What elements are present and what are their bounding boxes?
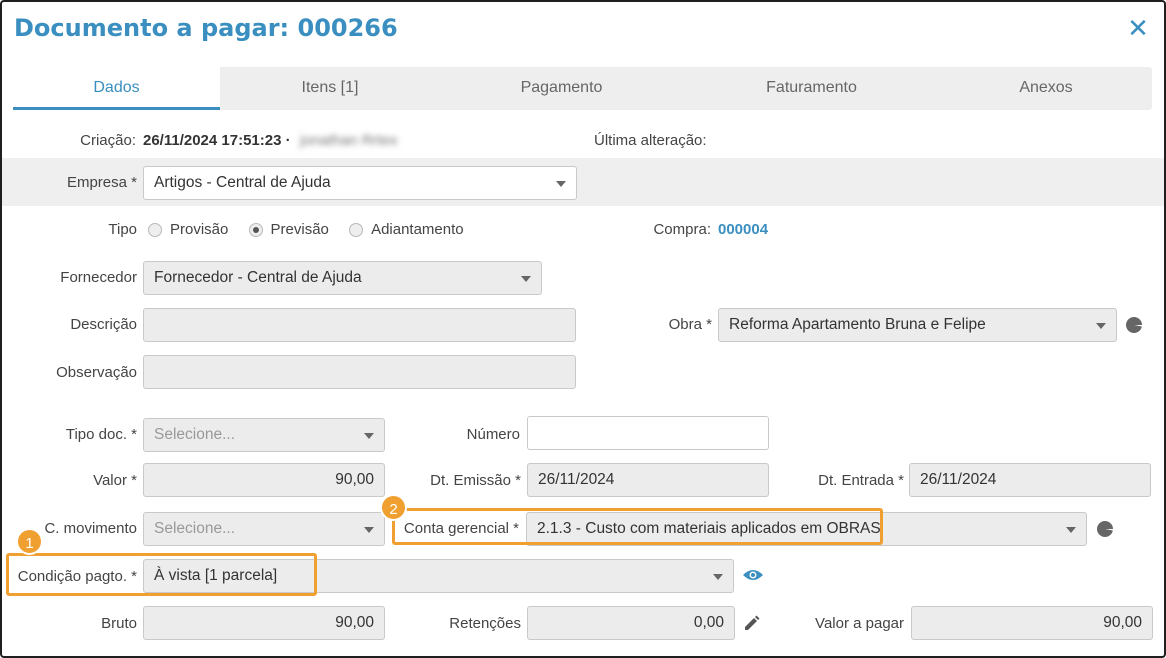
created-value: 26/11/2024 17:51:23 · (143, 132, 291, 149)
tab-dados[interactable]: Dados (13, 67, 220, 110)
dt-entrada-input[interactable]: 26/11/2024 (909, 463, 1151, 497)
radio-previsao[interactable]: Previsão (248, 221, 329, 238)
bruto-label: Bruto (101, 615, 137, 632)
conta-gerencial-label: Conta gerencial * (403, 520, 519, 537)
tipo-label: Tipo (108, 221, 137, 238)
created-label: Criação: (80, 132, 136, 149)
dialog-title: Documento a pagar: 000266 (14, 14, 398, 42)
tipo-doc-select[interactable]: Selecione... (143, 418, 385, 452)
retencoes-label: Retenções (449, 615, 521, 632)
dt-entrada-label: Dt. Entrada * (818, 472, 904, 489)
valor-label: Valor * (93, 472, 137, 489)
step-badge-2: 2 (380, 494, 407, 521)
retencoes-input[interactable]: 0,00 (527, 606, 735, 640)
pie-chart-icon[interactable] (1126, 317, 1142, 333)
c-movimento-placeholder: Selecione... (154, 520, 235, 537)
dt-emissao-label: Dt. Emissão * (430, 472, 521, 489)
pie-chart-icon[interactable] (1097, 521, 1113, 537)
valor-a-pagar-input[interactable]: 90,00 (911, 606, 1153, 640)
radio-provisao[interactable]: Provisão (148, 221, 228, 238)
fornecedor-label: Fornecedor (60, 269, 137, 286)
radio-label: Previsão (270, 221, 329, 238)
numero-label: Número (466, 426, 520, 443)
radio-label: Adiantamento (371, 221, 464, 238)
created-user: jonathan Rrtex (300, 132, 398, 149)
obra-label: Obra * (668, 316, 712, 333)
condicao-pagto-label: Condição pagto. * (17, 568, 137, 585)
radio-label: Provisão (170, 221, 229, 238)
fornecedor-select[interactable]: Fornecedor - Central de Ajuda (143, 261, 542, 295)
dt-emissao-input[interactable]: 26/11/2024 (527, 463, 769, 497)
empresa-select[interactable]: Artigos - Central de Ajuda (143, 166, 577, 200)
chevron-down-icon (1066, 527, 1076, 533)
tipo-doc-placeholder: Selecione... (154, 426, 235, 443)
valor-a-pagar-label: Valor a pagar (815, 615, 904, 632)
obra-select[interactable]: Reforma Apartamento Bruna e Felipe (718, 308, 1117, 342)
tipo-radio-group: Provisão Previsão Adiantamento (148, 221, 480, 241)
numero-input[interactable] (527, 416, 769, 450)
chevron-down-icon (364, 433, 374, 439)
descricao-input[interactable] (143, 308, 576, 342)
radio-circle (349, 222, 364, 237)
chevron-down-icon (713, 574, 723, 580)
compra-label: Compra: (653, 221, 711, 238)
observacao-input[interactable] (143, 355, 576, 389)
tab-bar: Dados Itens [1] Pagamento Faturamento An… (13, 67, 1152, 110)
descricao-label: Descrição (70, 316, 137, 333)
empresa-label: Empresa * (66, 174, 137, 191)
chevron-down-icon (364, 527, 374, 533)
chevron-down-icon (556, 181, 566, 187)
radio-circle-selected (248, 222, 263, 237)
fornecedor-value: Fornecedor - Central de Ajuda (154, 269, 362, 286)
observacao-label: Observação (56, 364, 137, 381)
chevron-down-icon (521, 276, 531, 282)
pencil-icon[interactable] (743, 614, 761, 632)
step-badge-1: 1 (16, 528, 43, 555)
last-change-label: Última alteração: (594, 132, 707, 149)
chevron-down-icon (1096, 323, 1106, 329)
valor-input[interactable]: 90,00 (143, 463, 385, 497)
close-icon[interactable]: ✕ (1124, 14, 1152, 42)
radio-adiantamento[interactable]: Adiantamento (349, 221, 464, 238)
tipo-doc-label: Tipo doc. * (65, 426, 137, 443)
tab-itens[interactable]: Itens [1] (220, 67, 440, 110)
empresa-value: Artigos - Central de Ajuda (154, 174, 331, 191)
tab-anexos[interactable]: Anexos (940, 67, 1152, 110)
tab-faturamento[interactable]: Faturamento (683, 67, 940, 110)
bruto-input[interactable]: 90,00 (143, 606, 385, 640)
eye-icon[interactable] (742, 566, 764, 584)
compra-link[interactable]: 000004 (718, 221, 768, 238)
c-movimento-select[interactable]: Selecione... (143, 512, 385, 546)
tab-pagamento[interactable]: Pagamento (440, 67, 683, 110)
radio-circle (148, 222, 162, 237)
obra-value: Reforma Apartamento Bruna e Felipe (729, 316, 986, 333)
